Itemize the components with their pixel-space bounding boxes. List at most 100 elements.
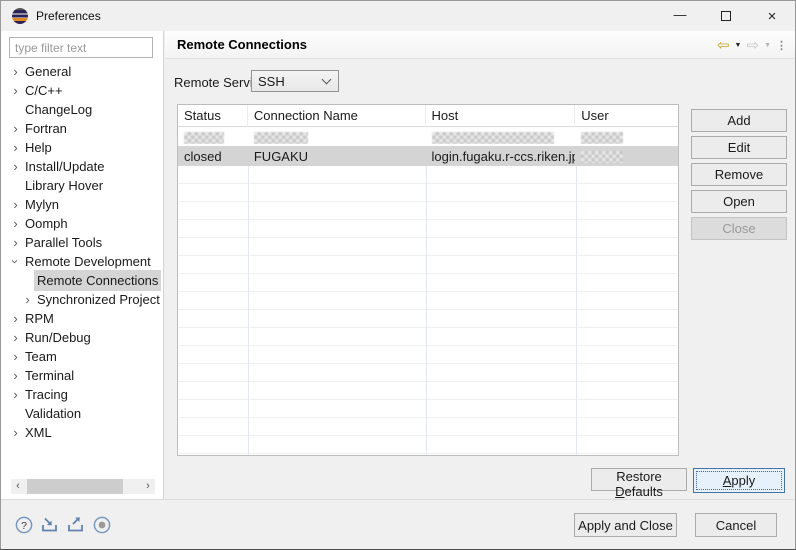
twisty-icon[interactable]: › <box>9 196 22 213</box>
eclipse-logo-icon <box>12 8 28 24</box>
back-icon[interactable]: ⇦ <box>717 36 730 54</box>
table-cell <box>426 129 576 144</box>
twisty-icon[interactable]: › <box>9 234 22 251</box>
tree-item[interactable]: › General <box>1 62 162 81</box>
tree-item[interactable]: › Synchronized Project <box>1 290 162 309</box>
tree-item[interactable]: Library Hover <box>1 176 162 195</box>
import-preferences-icon[interactable] <box>41 517 59 533</box>
table-cell: login.fugaku.r-ccs.riken.jp <box>426 149 576 164</box>
view-menu-icon[interactable]: ⋮ <box>776 39 787 52</box>
twisty-icon[interactable]: › <box>9 367 22 384</box>
scroll-left-icon[interactable]: ‹ <box>11 479 25 494</box>
twisty-icon[interactable]: › <box>9 120 22 137</box>
tree-item[interactable]: › Terminal <box>1 366 162 385</box>
redacted-text <box>581 151 623 163</box>
twisty-icon[interactable]: › <box>9 329 22 346</box>
help-icon[interactable]: ? <box>15 516 33 534</box>
twisty-icon[interactable]: › <box>9 139 22 156</box>
close-button[interactable]: × <box>749 1 795 31</box>
twisty-icon[interactable]: › <box>9 82 22 99</box>
tree-item[interactable]: › Install/Update <box>1 157 162 176</box>
tree-item-label: Fortran <box>22 118 70 139</box>
back-menu-icon[interactable]: ▼ <box>735 42 742 49</box>
filter-input[interactable] <box>9 37 153 58</box>
twisty-icon[interactable]: › <box>9 310 22 327</box>
tree-item[interactable]: › Fortran <box>1 119 162 138</box>
action-button[interactable]: Open <box>691 190 787 213</box>
forward-menu-icon[interactable]: ▼ <box>764 42 771 49</box>
column-divider <box>576 127 577 455</box>
titlebar[interactable]: Preferences — × <box>1 1 795 31</box>
tree-horizontal-scrollbar[interactable]: ‹ › <box>11 479 155 494</box>
tree-item-label: Synchronized Project <box>34 289 162 310</box>
chevron-down-icon <box>322 75 332 85</box>
tree-item[interactable]: › XML <box>1 423 162 442</box>
table-row[interactable] <box>178 127 678 146</box>
redacted-text <box>581 132 623 144</box>
tree-item-label: Oomph <box>22 213 71 234</box>
tree-item[interactable]: › Tracing <box>1 385 162 404</box>
scrollbar-track[interactable] <box>25 479 141 494</box>
tree-item-label: Mylyn <box>22 194 62 215</box>
tree-item[interactable]: › Remote Development <box>1 252 162 271</box>
forward-icon[interactable]: ⇨ <box>746 36 759 54</box>
tree-item[interactable]: ChangeLog <box>1 100 162 119</box>
column-header[interactable]: Host <box>426 105 576 127</box>
scroll-right-icon[interactable]: › <box>141 479 155 494</box>
twisty-icon[interactable]: › <box>7 255 24 268</box>
restore-defaults-button[interactable]: Restore Defaults <box>591 468 687 491</box>
action-button[interactable]: Edit <box>691 136 787 159</box>
minimize-icon: — <box>674 7 687 22</box>
tree-item[interactable]: › C/C++ <box>1 81 162 100</box>
action-button[interactable]: Remove <box>691 163 787 186</box>
tree-item-label: Validation <box>22 403 84 424</box>
preferences-tree: › General › C/C++ ChangeLog › Fortran › … <box>1 62 162 473</box>
tree-item-label: Remote Development <box>22 251 154 272</box>
table-header-row: StatusConnection NameHostUser <box>178 105 678 127</box>
table-cell <box>575 149 678 164</box>
tree-item-label: ChangeLog <box>22 99 95 120</box>
tree-item[interactable]: Remote Connections <box>1 271 162 290</box>
apply-button[interactable]: Apply <box>693 468 785 493</box>
tree-item[interactable]: › Help <box>1 138 162 157</box>
table-cell <box>248 129 426 144</box>
maximize-button[interactable] <box>703 1 749 31</box>
twisty-icon[interactable]: › <box>21 291 34 308</box>
minimize-button[interactable]: — <box>657 1 703 31</box>
tree-item-label: Help <box>22 137 55 158</box>
twisty-icon[interactable]: › <box>9 348 22 365</box>
tree-item-label: Install/Update <box>22 156 108 177</box>
connections-table: StatusConnection NameHostUser closedFUGA… <box>177 104 679 456</box>
column-header[interactable]: Status <box>178 105 248 127</box>
preferences-sidebar: › General › C/C++ ChangeLog › Fortran › … <box>1 31 164 499</box>
tree-item-label: Terminal <box>22 365 77 386</box>
tree-item[interactable]: › RPM <box>1 309 162 328</box>
table-body: closedFUGAKUlogin.fugaku.r-ccs.riken.jp <box>178 127 678 166</box>
twisty-icon[interactable]: › <box>9 63 22 80</box>
apply-and-close-button[interactable]: Apply and Close <box>574 513 677 537</box>
tree-item[interactable]: › Team <box>1 347 162 366</box>
page-header: Remote Connections ⇦ ▼ ⇨ ▼ ⋮ <box>165 31 795 59</box>
twisty-icon[interactable]: › <box>9 215 22 232</box>
twisty-icon[interactable]: › <box>9 158 22 175</box>
export-preferences-icon[interactable] <box>67 517 85 533</box>
twisty-icon[interactable]: › <box>9 424 22 441</box>
tree-item[interactable]: › Mylyn <box>1 195 162 214</box>
column-header[interactable]: Connection Name <box>248 105 426 127</box>
table-cell: closed <box>178 149 248 164</box>
action-button[interactable]: Close <box>691 217 787 240</box>
tree-item[interactable]: › Oomph <box>1 214 162 233</box>
column-divider <box>248 127 249 455</box>
remote-services-select[interactable]: SSH <box>251 70 339 92</box>
column-header[interactable]: User <box>575 105 678 127</box>
action-button[interactable]: Add <box>691 109 787 132</box>
page-title: Remote Connections <box>177 37 307 52</box>
cancel-button[interactable]: Cancel <box>695 513 777 537</box>
table-row[interactable]: closedFUGAKUlogin.fugaku.r-ccs.riken.jp <box>178 146 678 166</box>
tree-item[interactable]: Validation <box>1 404 162 423</box>
tree-item[interactable]: › Run/Debug <box>1 328 162 347</box>
record-icon[interactable] <box>93 516 111 534</box>
tree-item[interactable]: › Parallel Tools <box>1 233 162 252</box>
scrollbar-thumb[interactable] <box>27 479 123 494</box>
twisty-icon[interactable]: › <box>9 386 22 403</box>
